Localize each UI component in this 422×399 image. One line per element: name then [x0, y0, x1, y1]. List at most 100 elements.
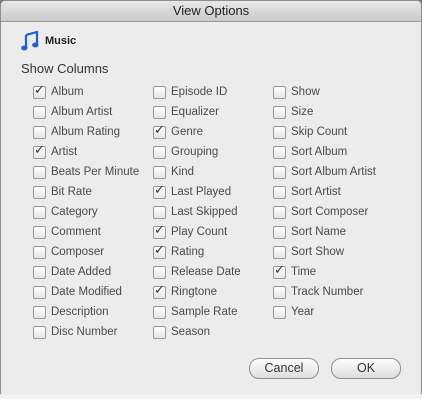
- option-label: Album Rating: [51, 126, 121, 138]
- column-option[interactable]: Category: [33, 202, 139, 222]
- option-checkbox[interactable]: [273, 245, 286, 259]
- option-checkbox[interactable]: [33, 225, 46, 239]
- option-label: Last Skipped: [171, 206, 238, 218]
- column-option[interactable]: Equalizer: [153, 102, 241, 122]
- column-option[interactable]: Size: [273, 102, 376, 122]
- column-option[interactable]: Sort Composer: [273, 202, 376, 222]
- option-label: Equalizer: [171, 106, 219, 118]
- column-option[interactable]: Ringtone: [153, 282, 241, 302]
- option-label: Artist: [51, 146, 78, 158]
- column-option[interactable]: Sort Name: [273, 222, 376, 242]
- option-checkbox[interactable]: [273, 165, 286, 179]
- option-checkbox[interactable]: [33, 105, 46, 119]
- option-label: Album: [51, 86, 84, 98]
- option-checkbox[interactable]: [153, 283, 166, 299]
- option-checkbox[interactable]: [33, 185, 46, 199]
- column-option[interactable]: Sample Rate: [153, 302, 241, 322]
- option-checkbox[interactable]: [33, 205, 46, 219]
- option-checkbox[interactable]: [153, 243, 166, 259]
- option-checkbox[interactable]: [273, 263, 286, 279]
- option-label: Beats Per Minute: [51, 166, 140, 178]
- option-label: Season: [171, 326, 211, 338]
- option-checkbox[interactable]: [153, 105, 166, 119]
- column-option[interactable]: Beats Per Minute: [33, 162, 139, 182]
- column-option[interactable]: Time: [273, 262, 376, 282]
- option-checkbox[interactable]: [273, 205, 286, 219]
- option-checkbox[interactable]: [153, 123, 166, 139]
- column-option[interactable]: Last Skipped: [153, 202, 241, 222]
- option-label: Sample Rate: [171, 306, 238, 318]
- option-checkbox[interactable]: [273, 125, 286, 139]
- option-label: Disc Number: [51, 326, 118, 338]
- column-option[interactable]: Year: [273, 302, 376, 322]
- option-label: Bit Rate: [51, 186, 92, 198]
- column-option[interactable]: Last Played: [153, 182, 241, 202]
- background-window-strip: [0, 394, 422, 399]
- option-checkbox[interactable]: [273, 305, 286, 319]
- column-option[interactable]: Description: [33, 302, 139, 322]
- column-option[interactable]: Show: [273, 82, 376, 102]
- column-option[interactable]: Composer: [33, 242, 139, 262]
- column-option[interactable]: Album Rating: [33, 122, 139, 142]
- option-checkbox[interactable]: [273, 145, 286, 159]
- option-checkbox[interactable]: [153, 265, 166, 279]
- column-option[interactable]: Date Added: [33, 262, 139, 282]
- column-option[interactable]: Genre: [153, 122, 241, 142]
- option-checkbox[interactable]: [153, 145, 166, 159]
- column-option[interactable]: Skip Count: [273, 122, 376, 142]
- column-option[interactable]: Release Date: [153, 262, 241, 282]
- option-checkbox[interactable]: [33, 83, 46, 99]
- option-label: Sort Artist: [291, 186, 341, 198]
- option-checkbox[interactable]: [33, 265, 46, 279]
- option-label: Grouping: [171, 146, 219, 158]
- column-option[interactable]: Season: [153, 322, 241, 342]
- option-checkbox[interactable]: [273, 225, 286, 239]
- column-option[interactable]: Episode ID: [153, 82, 241, 102]
- option-checkbox[interactable]: [33, 305, 46, 319]
- option-label: Sort Album Artist: [291, 166, 377, 178]
- option-checkbox[interactable]: [273, 105, 286, 119]
- option-checkbox[interactable]: [33, 325, 46, 339]
- column-option[interactable]: Bit Rate: [33, 182, 139, 202]
- option-checkbox[interactable]: [33, 125, 46, 139]
- option-checkbox[interactable]: [33, 165, 46, 179]
- column-option[interactable]: Kind: [153, 162, 241, 182]
- option-checkbox[interactable]: [153, 85, 166, 99]
- option-label: Album Artist: [51, 106, 113, 118]
- option-checkbox[interactable]: [153, 183, 166, 199]
- column-option[interactable]: Sort Album: [273, 142, 376, 162]
- option-checkbox[interactable]: [33, 285, 46, 299]
- option-checkbox[interactable]: [153, 305, 166, 319]
- option-checkbox[interactable]: [153, 205, 166, 219]
- option-checkbox[interactable]: [33, 143, 46, 159]
- column-option[interactable]: Sort Show: [273, 242, 376, 262]
- options-column-1: Album Album Artist Album Rating Artist Beats…: [33, 82, 139, 342]
- column-option[interactable]: Track Number: [273, 282, 376, 302]
- option-checkbox[interactable]: [153, 223, 166, 239]
- option-label: Comment: [51, 226, 101, 238]
- column-option[interactable]: Rating: [153, 242, 241, 262]
- option-label: Size: [291, 106, 314, 118]
- column-option[interactable]: Disc Number: [33, 322, 139, 342]
- option-checkbox[interactable]: [153, 325, 166, 339]
- option-checkbox[interactable]: [33, 245, 46, 259]
- options-column-3: Show Size Skip Count Sort Album Sort Album A…: [273, 82, 376, 322]
- option-label: Category: [51, 206, 98, 218]
- option-checkbox[interactable]: [153, 165, 166, 179]
- column-option[interactable]: Sort Album Artist: [273, 162, 376, 182]
- option-checkbox[interactable]: [273, 285, 286, 299]
- cancel-button[interactable]: Cancel: [249, 358, 319, 379]
- column-option[interactable]: Comment: [33, 222, 139, 242]
- column-option[interactable]: Play Count: [153, 222, 241, 242]
- column-option[interactable]: Album Artist: [33, 102, 139, 122]
- option-checkbox[interactable]: [273, 185, 286, 199]
- option-label: Skip Count: [291, 126, 348, 138]
- column-option[interactable]: Grouping: [153, 142, 241, 162]
- column-option[interactable]: Date Modified: [33, 282, 139, 302]
- ok-button[interactable]: OK: [331, 358, 401, 379]
- option-checkbox[interactable]: [273, 85, 286, 99]
- column-option[interactable]: Album: [33, 82, 139, 102]
- option-label: Last Played: [171, 186, 232, 198]
- column-option[interactable]: Sort Artist: [273, 182, 376, 202]
- column-option[interactable]: Artist: [33, 142, 139, 162]
